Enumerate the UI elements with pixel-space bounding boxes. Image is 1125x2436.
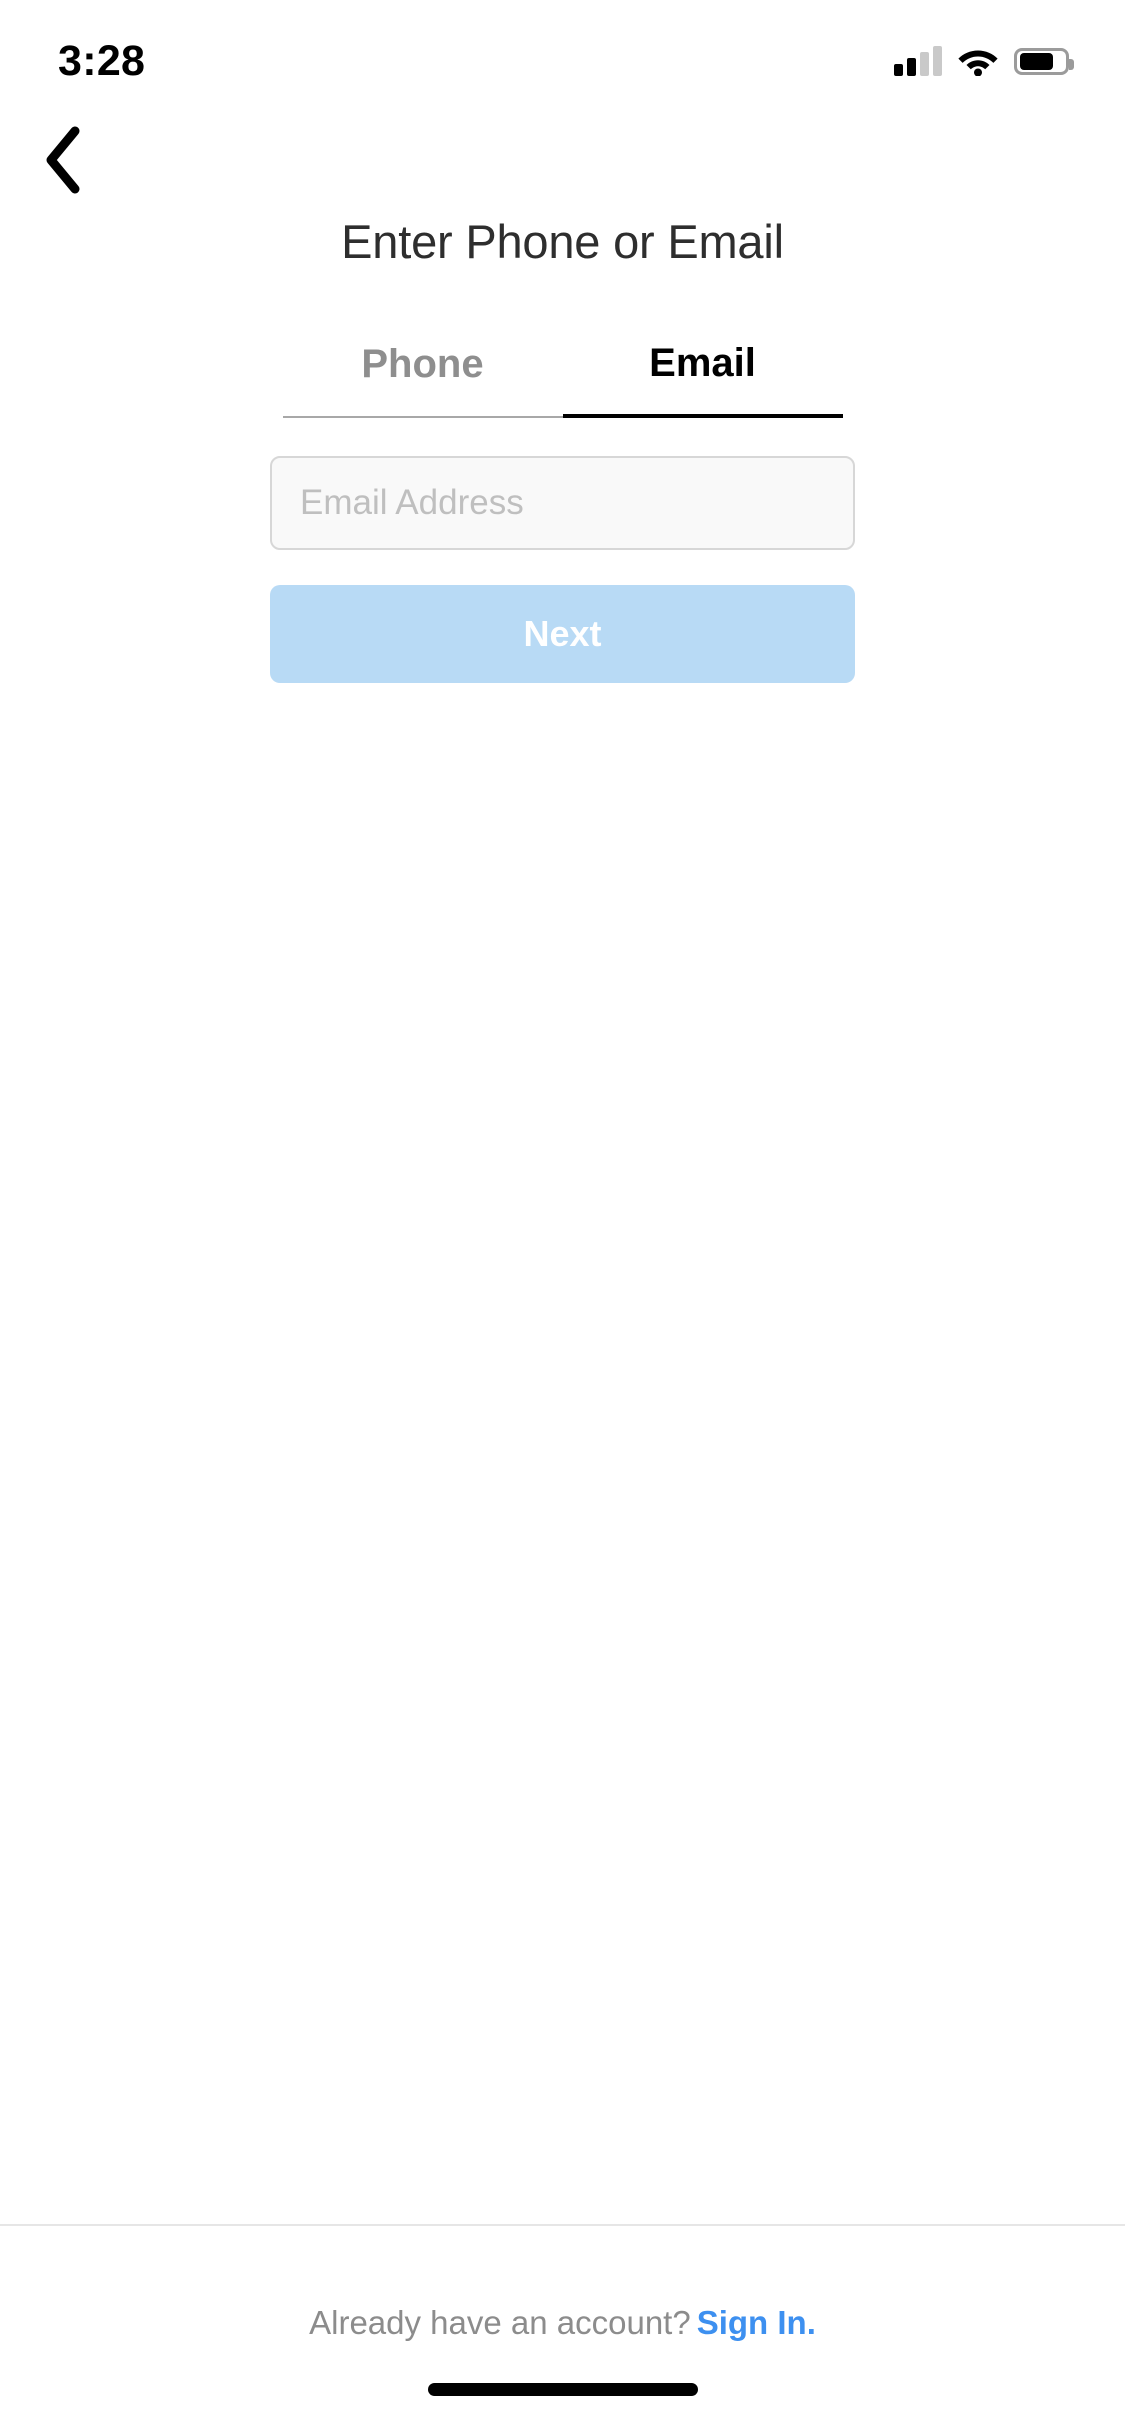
footer-prompt-text: Already have an account? [309,2304,691,2341]
signup-screen: 3:28 Enter Phone or Email Phone Email Em… [0,0,1125,2436]
chevron-left-icon [41,125,85,195]
navigation-bar [0,110,1125,210]
back-button[interactable] [28,125,98,195]
status-bar-time: 3:28 [58,36,146,85]
home-indicator[interactable] [427,2382,698,2396]
wifi-icon [957,46,999,76]
signup-form: Next [270,456,855,683]
status-bar-indicators [894,34,1074,76]
email-input[interactable] [270,456,855,550]
auth-method-tabs: Phone Email [282,341,843,418]
battery-icon [1014,47,1074,75]
tab-phone[interactable]: Phone [282,341,563,418]
home-indicator-area [0,2342,1125,2436]
cellular-signal-icon [894,46,942,76]
sign-in-link[interactable]: Sign In. [697,2304,816,2341]
status-bar: 3:28 [0,0,1125,110]
footer: Already have an account? Sign In. [0,2226,1125,2342]
page-title: Enter Phone or Email [341,215,784,268]
next-button[interactable]: Next [270,585,855,683]
tab-email[interactable]: Email [562,341,843,418]
